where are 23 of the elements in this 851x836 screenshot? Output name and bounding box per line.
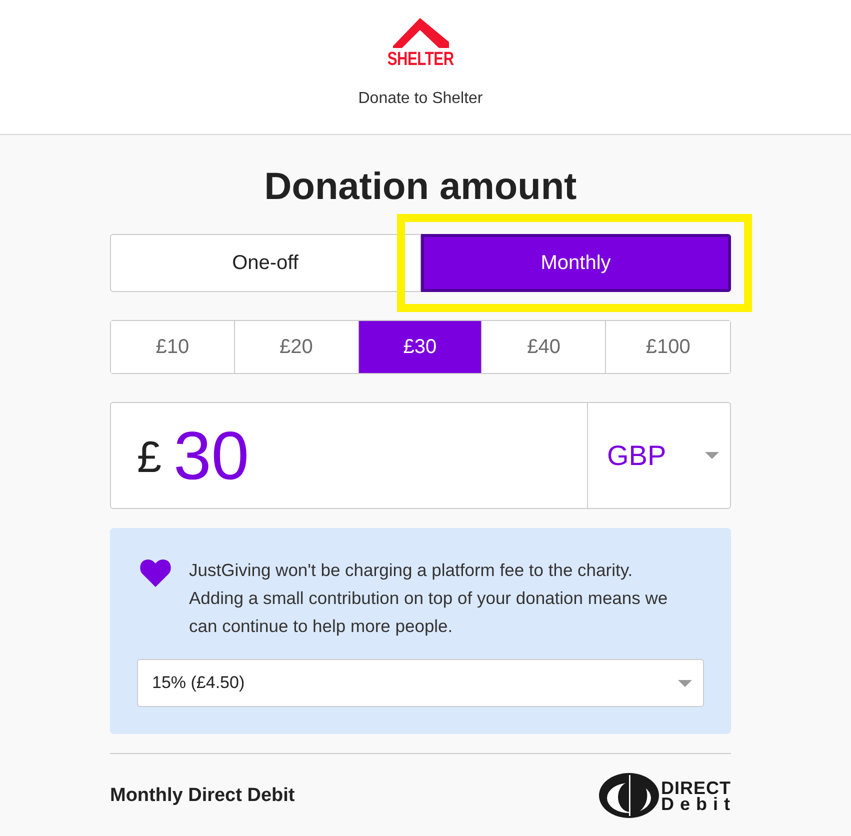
direct-debit-wordmark: Debit (661, 796, 737, 812)
currency-symbol: £ (137, 432, 162, 482)
direct-debit-symbol-icon (599, 773, 659, 818)
currency-select[interactable]: GBP (588, 402, 731, 509)
contribution-value: 15% (£4.50) (152, 673, 245, 693)
page-title: Donate to Shelter (358, 89, 483, 109)
logo-wordmark: SHELTER (387, 51, 454, 69)
caret-icon (678, 680, 692, 686)
heart-icon (140, 559, 171, 587)
section-heading: Donation amount (263, 165, 578, 209)
roof-icon (392, 18, 448, 48)
notice-text: JustGiving won't be charging a platform fee to the charity. Adding a small contribution on top of your donation means we can continue to help more people. (189, 559, 669, 638)
caret-icon (705, 452, 719, 459)
amount-option[interactable]: £30 (358, 321, 482, 373)
amount-value: 30 (173, 418, 250, 494)
contribution-select[interactable]: 15% (£4.50) (137, 659, 704, 707)
currency-code: GBP (607, 440, 666, 472)
amount-option[interactable]: £10 (111, 321, 235, 373)
frequency-tab[interactable]: One-off (110, 234, 420, 292)
amount-input[interactable]: £ 30 (110, 402, 588, 509)
direct-debit-wordmark: DIRECT (661, 780, 731, 796)
frequency-tab[interactable]: Monthly (420, 234, 731, 292)
payment-method-label: Monthly Direct Debit (110, 784, 295, 806)
